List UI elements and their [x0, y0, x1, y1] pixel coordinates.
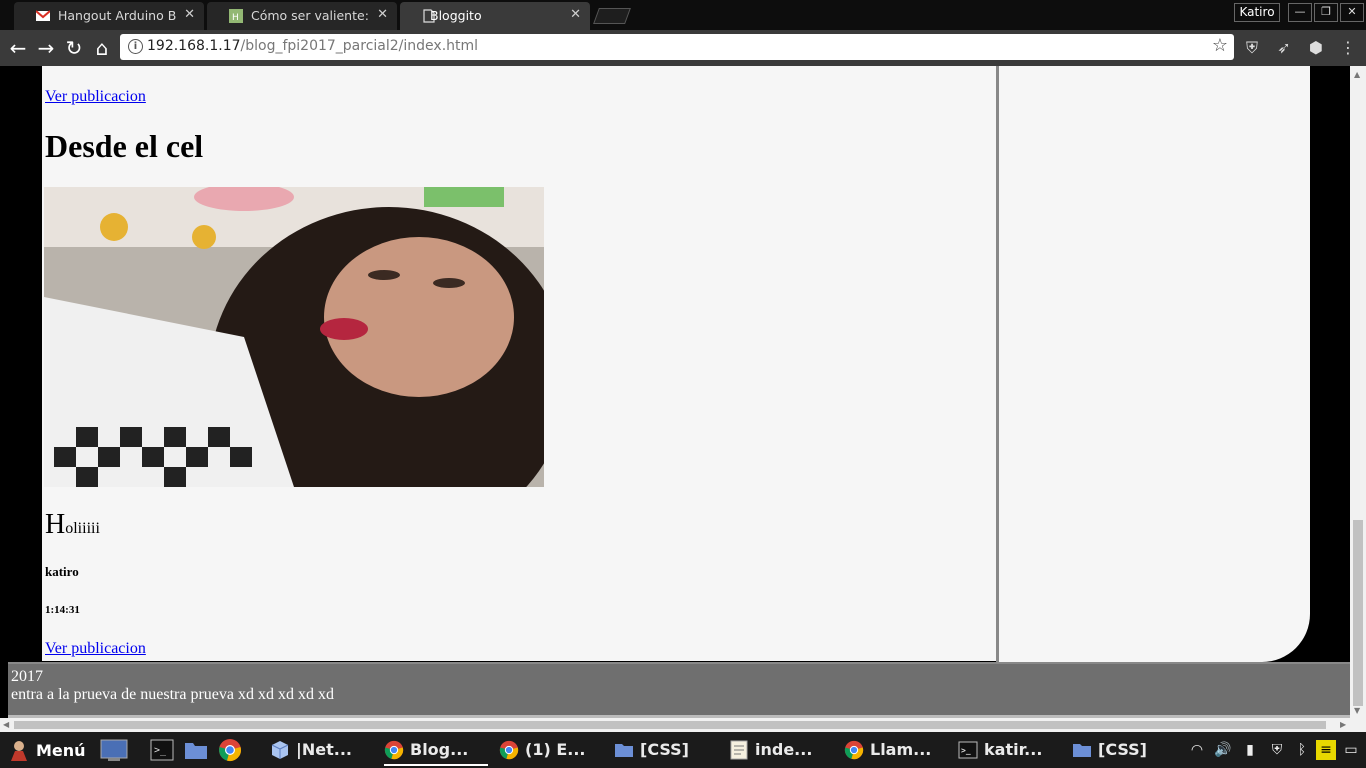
task-terminal[interactable]: >_ katir...: [958, 734, 1062, 766]
shield-extension-icon[interactable]: ⛨: [1242, 38, 1262, 58]
tab-valiente[interactable]: H Cómo ser valiente: 22 p ✕: [207, 2, 397, 30]
task-index-editor[interactable]: inde...: [729, 734, 833, 766]
view-post-link[interactable]: Ver publicacion: [45, 640, 146, 658]
menu-kebab-icon[interactable]: ⋮: [1338, 38, 1358, 58]
volume-icon[interactable]: 🔊: [1213, 740, 1233, 760]
cube-icon: [271, 741, 289, 759]
terminal-launcher-icon[interactable]: >_: [150, 738, 174, 762]
files-launcher-icon[interactable]: [184, 738, 208, 762]
task-email[interactable]: (1) E...: [499, 734, 603, 766]
new-tab-button[interactable]: [593, 8, 631, 24]
folder-icon: [1073, 744, 1091, 757]
tab-hangout[interactable]: Hangout Arduino Basic ✕: [14, 2, 204, 30]
minimize-icon[interactable]: —: [1288, 3, 1312, 22]
vertical-scroll-thumb[interactable]: [1353, 520, 1363, 706]
tab-title: Hangout Arduino Basic: [58, 8, 176, 23]
notes-icon[interactable]: ≡: [1316, 740, 1336, 760]
restore-icon[interactable]: ❐: [1314, 3, 1338, 22]
tab-title: Cómo ser valiente: 22 p: [251, 8, 369, 23]
scroll-right-icon[interactable]: ▶: [1340, 720, 1346, 729]
task-net[interactable]: |Net...: [270, 734, 370, 766]
sidebar: [999, 66, 1310, 662]
folder-icon: [615, 744, 633, 757]
gmail-icon: [36, 10, 50, 21]
task-css-folder[interactable]: [CSS]: [614, 734, 718, 766]
wikihow-icon: H: [229, 9, 243, 23]
tab-strip: Hangout Arduino Basic ✕ H Cómo ser valie…: [0, 0, 1366, 30]
svg-text:>_: >_: [154, 745, 167, 756]
info-icon[interactable]: i: [128, 39, 143, 54]
home-icon[interactable]: ⌂: [90, 36, 114, 60]
post-photo: [44, 187, 544, 487]
reload-icon[interactable]: ↻: [62, 36, 86, 60]
scroll-down-icon[interactable]: ▼: [1354, 706, 1360, 715]
speed-extension-icon[interactable]: ➶: [1274, 38, 1294, 58]
forward-icon[interactable]: →: [34, 36, 58, 60]
vertical-scrollbar[interactable]: ▲ ▼: [1350, 66, 1366, 718]
url-text: 192.168.1.17/blog_fpi2017_parcial2/index…: [147, 38, 479, 54]
browser-toolbar: ← → ↻ ⌂ i 192.168.1.17/blog_fpi2017_parc…: [0, 30, 1366, 66]
horizontal-scrollbar[interactable]: ◀ ▶: [0, 718, 1366, 732]
back-icon[interactable]: ←: [6, 36, 30, 60]
page-viewport: Ver publicacion Desde el cel Holiiiii ka…: [0, 66, 1350, 718]
footer-year: 2017: [11, 668, 43, 685]
horizontal-scroll-thumb[interactable]: [14, 721, 1326, 729]
terminal-icon: >_: [958, 741, 978, 759]
tab-close-icon[interactable]: ✕: [570, 7, 581, 22]
post-author: katiro: [45, 564, 79, 579]
footer-text: entra a la prueva de nuestra prueva xd x…: [11, 686, 334, 703]
svg-text:>_: >_: [961, 746, 971, 755]
scroll-up-icon[interactable]: ▲: [1354, 70, 1360, 79]
security-shield-icon[interactable]: ⛨: [1267, 740, 1287, 760]
scroll-left-icon[interactable]: ◀: [3, 720, 9, 729]
chrome-icon: [844, 740, 864, 760]
chrome-icon: [384, 740, 404, 760]
post-time: 1:14:31: [45, 604, 80, 616]
address-bar[interactable]: i 192.168.1.17/blog_fpi2017_parcial2/ind…: [120, 34, 1234, 60]
view-post-link[interactable]: Ver publicacion: [45, 88, 146, 106]
post-body: Holiiiii: [45, 509, 100, 540]
page-footer: 2017 entra a la prueva de nuestra prueva…: [8, 662, 1350, 718]
wifi-icon[interactable]: ◠: [1187, 740, 1207, 760]
chrome-launcher-icon[interactable]: [218, 738, 242, 762]
profile-button[interactable]: Katiro: [1234, 3, 1280, 22]
bookmark-star-icon[interactable]: ☆: [1212, 35, 1228, 56]
task-blog[interactable]: Blog...: [384, 734, 488, 766]
chrome-icon: [499, 740, 519, 760]
cube-extension-icon[interactable]: ⬢: [1306, 38, 1326, 58]
tab-close-icon[interactable]: ✕: [377, 7, 388, 22]
tab-bloggito[interactable]: Bloggito ✕: [400, 2, 590, 30]
tab-title: Bloggito: [430, 8, 482, 23]
battery-icon[interactable]: ▮: [1240, 740, 1260, 760]
task-call[interactable]: Llam...: [844, 734, 948, 766]
text-editor-icon: [730, 740, 748, 760]
post-title: Desde el cel: [45, 128, 204, 164]
menu-avatar-icon: [11, 741, 27, 761]
taskbar: Menú >_ |Net... Blog... (1) E... [CSS] i…: [0, 732, 1366, 768]
display-icon[interactable]: ▭: [1341, 740, 1361, 760]
bluetooth-icon[interactable]: ᛒ: [1292, 740, 1312, 760]
show-desktop-icon[interactable]: [100, 738, 128, 762]
tab-close-icon[interactable]: ✕: [184, 7, 195, 22]
svg-text:H: H: [232, 13, 239, 23]
close-window-icon[interactable]: ✕: [1340, 3, 1364, 22]
task-css-folder-2[interactable]: [CSS]: [1072, 734, 1176, 766]
main-content: Ver publicacion Desde el cel Holiiiii ka…: [42, 66, 996, 661]
